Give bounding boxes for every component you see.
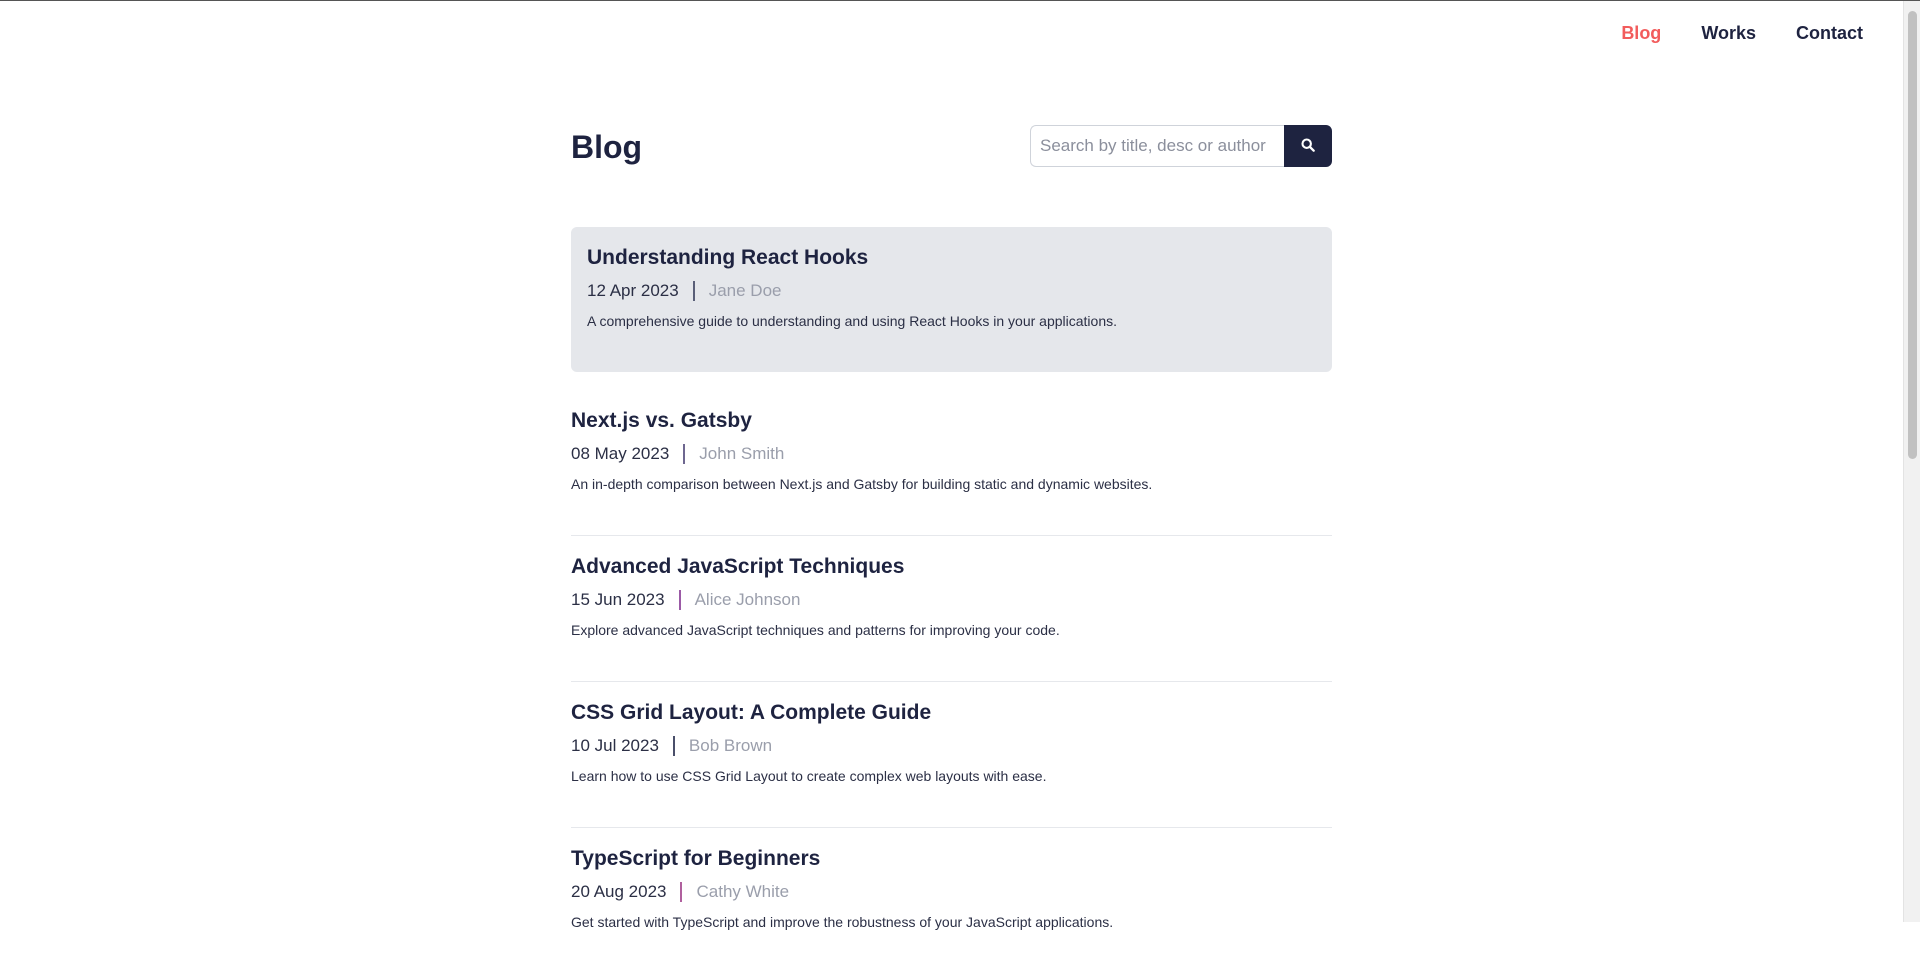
post-author: Bob Brown — [688, 736, 773, 755]
post-list: Understanding React Hooks 12 Apr 2023 Ja… — [571, 227, 1332, 974]
post-date: 10 Jul 2023 — [571, 736, 659, 755]
search-button[interactable] — [1284, 125, 1332, 167]
search-bar — [1030, 125, 1332, 167]
nav-link-works[interactable]: Works — [1701, 23, 1756, 44]
search-input[interactable] — [1030, 125, 1284, 167]
post-title[interactable]: TypeScript for Beginners — [571, 846, 1332, 872]
post-date: 12 Apr 2023 — [587, 281, 679, 300]
search-icon — [1301, 137, 1315, 155]
post-meta: 08 May 2023 John Smith — [571, 443, 1332, 465]
vertical-scrollbar[interactable] — [1903, 1, 1920, 922]
post-meta: 12 Apr 2023 Jane Doe — [587, 280, 1316, 302]
post-card[interactable]: TypeScript for Beginners 20 Aug 2023 Cat… — [571, 828, 1332, 974]
post-card[interactable]: CSS Grid Layout: A Complete Guide 10 Jul… — [571, 682, 1332, 828]
post-date: 08 May 2023 — [571, 444, 670, 463]
post-description: Explore advanced JavaScript techniques a… — [571, 622, 1060, 638]
meta-separator — [672, 736, 675, 756]
post-description: An in-depth comparison between Next.js a… — [571, 476, 1153, 492]
top-navigation: Blog Works Contact — [1621, 23, 1863, 44]
post-meta: 20 Aug 2023 Cathy White — [571, 881, 1332, 903]
post-title[interactable]: Next.js vs. Gatsby — [571, 408, 1332, 434]
nav-link-blog[interactable]: Blog — [1621, 23, 1661, 44]
post-description: A comprehensive guide to understanding a… — [587, 313, 1117, 329]
post-meta: 15 Jun 2023 Alice Johnson — [571, 589, 1332, 611]
meta-separator — [678, 590, 681, 610]
meta-separator — [692, 281, 695, 301]
meta-separator — [680, 882, 683, 902]
post-author: Cathy White — [696, 882, 790, 901]
post-description: Get started with TypeScript and improve … — [571, 914, 1114, 930]
post-author: Alice Johnson — [694, 590, 801, 609]
scrollbar-thumb[interactable] — [1908, 11, 1917, 459]
post-description: Learn how to use CSS Grid Layout to crea… — [571, 768, 1047, 784]
post-title[interactable]: CSS Grid Layout: A Complete Guide — [571, 700, 1332, 726]
post-author: Jane Doe — [708, 281, 782, 300]
post-card-featured[interactable]: Understanding React Hooks 12 Apr 2023 Ja… — [571, 227, 1332, 372]
post-card[interactable]: Advanced JavaScript Techniques 15 Jun 20… — [571, 536, 1332, 682]
post-author: John Smith — [699, 444, 785, 463]
page-title: Blog — [571, 129, 643, 165]
meta-separator — [683, 444, 686, 464]
post-meta: 10 Jul 2023 Bob Brown — [571, 735, 1332, 757]
nav-link-contact[interactable]: Contact — [1796, 23, 1863, 44]
post-title[interactable]: Advanced JavaScript Techniques — [571, 554, 1332, 580]
blog-header: Blog — [571, 125, 1332, 169]
post-title[interactable]: Understanding React Hooks — [587, 245, 1316, 271]
post-date: 15 Jun 2023 — [571, 590, 665, 609]
post-date: 20 Aug 2023 — [571, 882, 667, 901]
post-card[interactable]: Next.js vs. Gatsby 08 May 2023 John Smit… — [571, 390, 1332, 536]
